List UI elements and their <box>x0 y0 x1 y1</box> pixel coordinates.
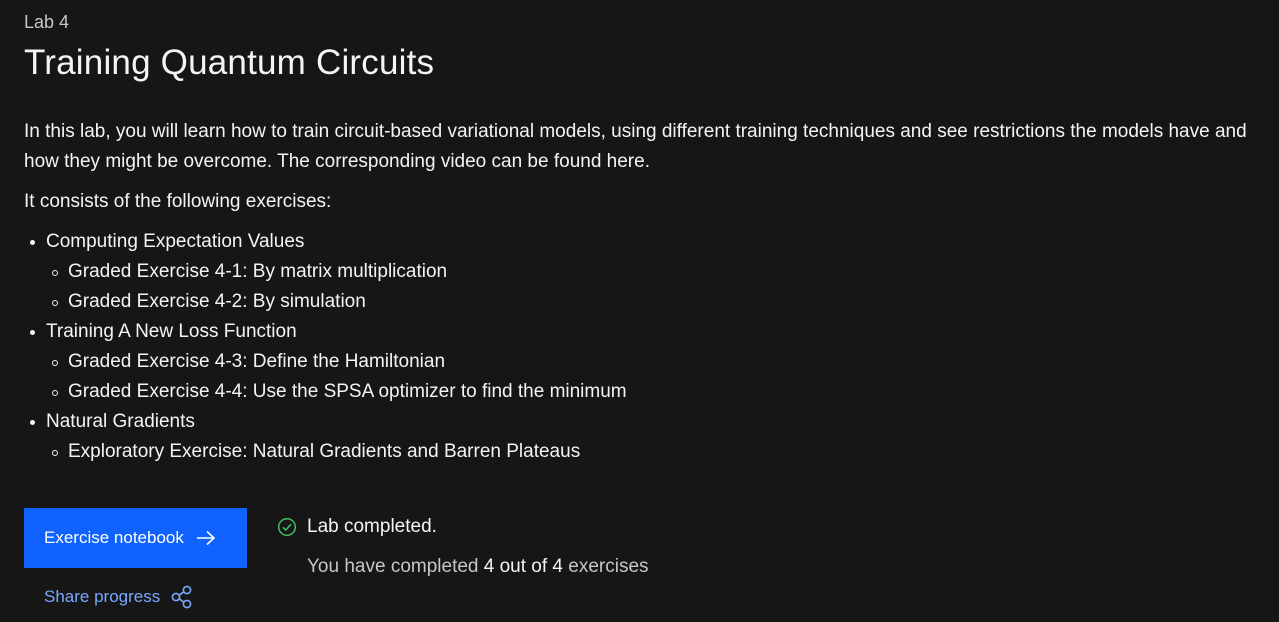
exercise-notebook-label: Exercise notebook <box>44 528 184 547</box>
progress-count: 4 out of 4 <box>483 556 563 577</box>
sub-list: Graded Exercise 4-3: Define the Hamilton… <box>46 347 627 407</box>
sub-list: Graded Exercise 4-1: By matrix multiplic… <box>46 257 627 317</box>
exercise-notebook-button[interactable]: Exercise notebook <box>24 508 247 568</box>
list-item: Graded Exercise 4-4: Use the SPSA optimi… <box>46 377 627 407</box>
list-item: Graded Exercise 4-2: By simulation <box>46 287 627 317</box>
checkmark-outline-icon <box>277 517 297 537</box>
list-item: Graded Exercise 4-1: By matrix multiplic… <box>46 257 627 287</box>
progress-suffix: exercises <box>568 556 649 577</box>
section-label: Computing Expectation Values <box>46 231 305 252</box>
list-item: Natural Gradients Exploratory Exercise: … <box>24 407 627 467</box>
section-label: Natural Gradients <box>46 411 195 432</box>
section-label: Training A New Loss Function <box>46 321 297 342</box>
lab-description: In this lab, you will learn how to train… <box>24 121 1247 172</box>
share-progress-label: Share progress <box>44 587 161 606</box>
list-item: Computing Expectation Values Graded Exer… <box>24 227 627 317</box>
page-title: Training Quantum Circuits <box>24 43 435 82</box>
status-line: Lab completed. <box>277 514 649 540</box>
progress-summary: You have completed 4 out of 4 exercises <box>307 554 649 580</box>
sub-list: Exploratory Exercise: Natural Gradients … <box>46 437 627 467</box>
list-item: Exploratory Exercise: Natural Gradients … <box>46 437 627 467</box>
arrow-right-icon <box>196 530 216 546</box>
share-progress-link[interactable]: Share progress <box>44 584 193 610</box>
exercises-intro: It consists of the following exercises: <box>24 191 332 212</box>
status-label: Lab completed. <box>307 516 437 537</box>
list-item: Graded Exercise 4-3: Define the Hamilton… <box>46 347 627 377</box>
progress-prefix: You have completed <box>307 556 479 577</box>
lab-number: Lab 4 <box>24 12 70 32</box>
share-icon <box>171 585 193 609</box>
list-item: Training A New Loss Function Graded Exer… <box>24 317 627 407</box>
exercise-list: Computing Expectation Values Graded Exer… <box>24 227 627 467</box>
completion-status: Lab completed. You have completed 4 out … <box>277 514 649 580</box>
